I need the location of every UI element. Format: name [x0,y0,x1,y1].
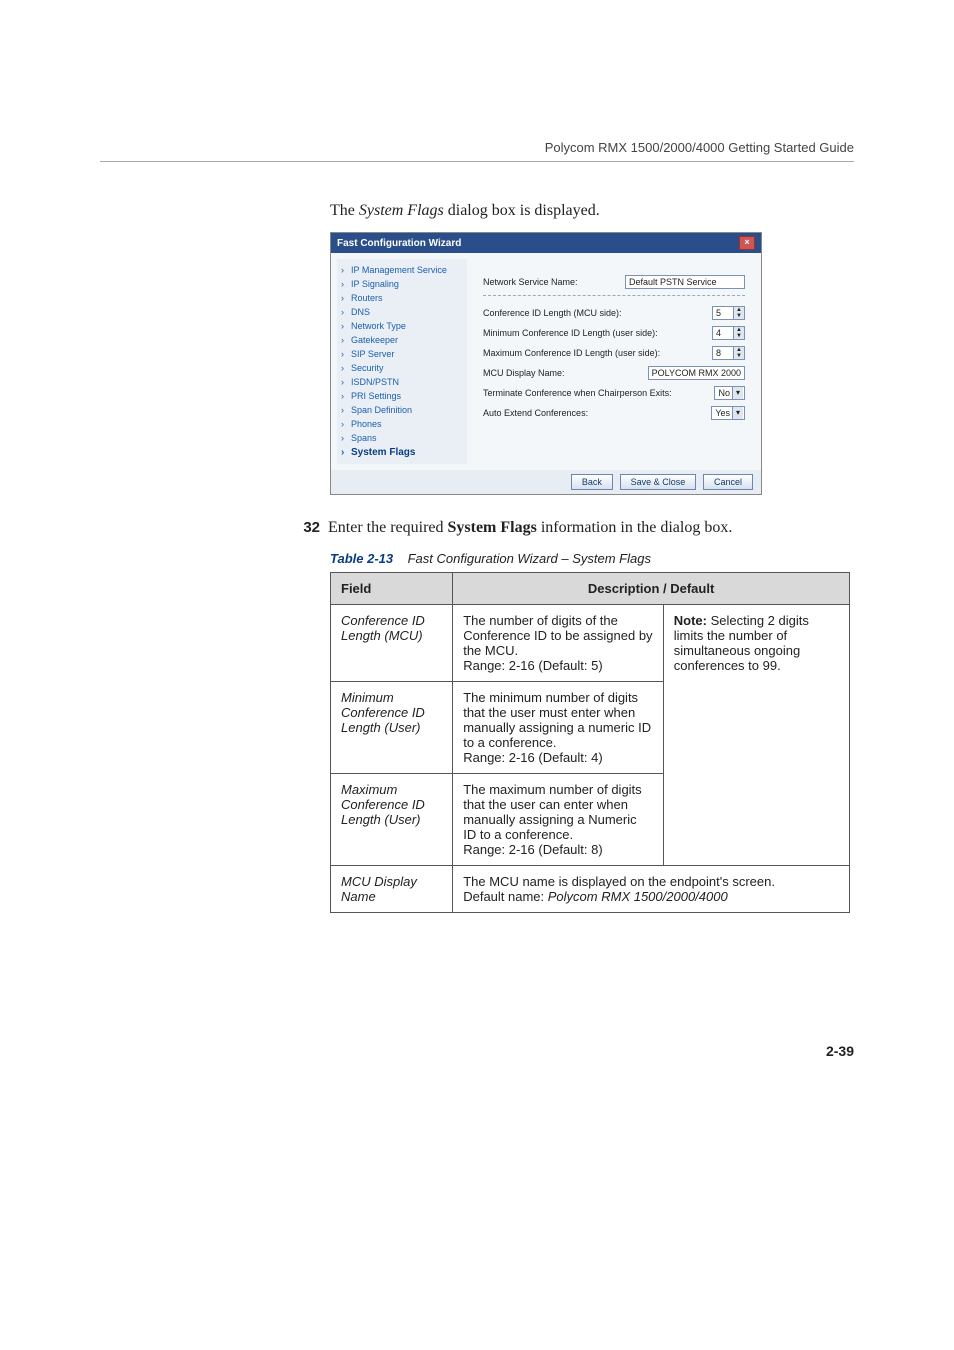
step-number: 32 [296,519,320,536]
min-conf-id-label: Minimum Conference ID Length (user side)… [483,328,712,338]
dialog-footer: Back Save & Close Cancel [331,470,761,494]
service-name-input[interactable]: Default PSTN Service [625,275,745,289]
note-cell: Note: Selecting 2 digits limits the numb… [663,605,849,866]
table-caption-tail: Fast Configuration Wizard – System Flags [408,551,651,566]
sidebar-item[interactable]: Span Definition [341,403,463,417]
mcu-name-label: MCU Display Name: [483,368,648,378]
sidebar-item[interactable]: SIP Server [341,347,463,361]
step-text-bold: System Flags [448,519,537,536]
service-name-label: Network Service Name: [483,277,625,287]
conf-id-len-label: Conference ID Length (MCU side): [483,308,712,318]
sidebar-item[interactable]: Network Type [341,319,463,333]
back-button[interactable]: Back [571,474,613,490]
mcu-name-input[interactable]: POLYCOM RMX 2000 [648,366,745,380]
spinner-buttons-icon[interactable]: ▲▼ [734,326,745,340]
min-conf-id-spinner[interactable]: 4▲▼ [712,326,745,340]
sidebar-item[interactable]: Gatekeeper [341,333,463,347]
sidebar-item[interactable]: Security [341,361,463,375]
autoextend-label: Auto Extend Conferences: [483,408,711,418]
system-flags-table: Field Description / Default Conference I… [330,572,850,913]
row2-field: Maximum Conference ID Length (User) [331,774,453,866]
sidebar-item[interactable]: Routers [341,291,463,305]
dialog-titlebar: Fast Configuration Wizard × [331,233,761,253]
sidebar-item[interactable]: IP Signaling [341,277,463,291]
spinner-buttons-icon[interactable]: ▲▼ [734,346,745,360]
max-conf-id-label: Maximum Conference ID Length (user side)… [483,348,712,358]
save-close-button[interactable]: Save & Close [620,474,697,490]
autoextend-select[interactable]: Yes [711,406,745,420]
intro-text: The System Flags dialog box is displayed… [330,202,854,220]
table-caption-lead: Table 2-13 [330,551,393,566]
terminate-select[interactable]: No [714,386,745,400]
sidebar-item[interactable]: IP Management Service [341,263,463,277]
row2-desc: The maximum number of digits that the us… [453,774,664,866]
cancel-button[interactable]: Cancel [703,474,753,490]
row1-field: Minimum Conference ID Length (User) [331,682,453,774]
row0-field: Conference ID Length (MCU) [331,605,453,682]
wizard-dialog: Fast Configuration Wizard × IP Managemen… [330,232,762,495]
note-bold: Note: [674,613,707,628]
step-text-pre: Enter the required [328,519,448,536]
page-header-meta: Polycom RMX 1500/2000/4000 Getting Start… [100,140,854,155]
sidebar-item[interactable]: ISDN/PSTN [341,375,463,389]
row0-desc: The number of digits of the Conference I… [453,605,664,682]
step-32: 32 Enter the required System Flags infor… [296,519,854,537]
th-field: Field [331,573,453,605]
terminate-label: Terminate Conference when Chairperson Ex… [483,388,714,398]
conf-id-len-spinner[interactable]: 5▲▼ [712,306,745,320]
dialog-sidebar: IP Management Service IP Signaling Route… [337,259,467,464]
intro-pre: The [330,202,359,219]
sidebar-item[interactable]: Phones [341,417,463,431]
sidebar-item[interactable]: DNS [341,305,463,319]
sidebar-item-selected[interactable]: System Flags [341,445,463,460]
sidebar-item[interactable]: Spans [341,431,463,445]
intro-post: dialog box is displayed. [444,202,600,219]
th-desc: Description / Default [453,573,850,605]
sidebar-item[interactable]: PRI Settings [341,389,463,403]
dialog-main: Network Service Name: Default PSTN Servi… [467,259,755,464]
close-icon[interactable]: × [739,236,755,250]
row3-field: MCU Display Name [331,866,453,913]
dialog-title: Fast Configuration Wizard [337,238,461,249]
spinner-buttons-icon[interactable]: ▲▼ [734,306,745,320]
max-conf-id-spinner[interactable]: 8▲▼ [712,346,745,360]
intro-em: System Flags [359,202,444,219]
page-number: 2-39 [330,1043,854,1059]
row1-desc: The minimum number of digits that the us… [453,682,664,774]
row3-desc: The MCU name is displayed on the endpoin… [453,866,850,913]
step-text-post: information in the dialog box. [537,519,733,536]
header-rule [100,161,854,162]
table-caption: Table 2-13 Fast Configuration Wizard – S… [330,551,854,566]
